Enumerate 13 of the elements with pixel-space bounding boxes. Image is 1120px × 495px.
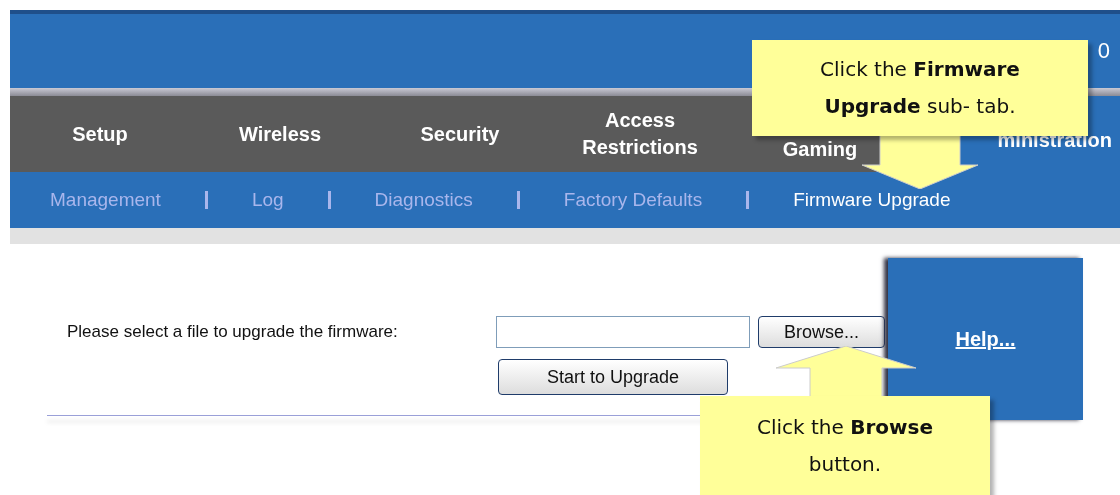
callout-tooltip: Click the Browse button. bbox=[700, 396, 990, 495]
nav-tab[interactable]: Setup bbox=[10, 96, 190, 172]
nav-tab[interactable]: Wireless bbox=[190, 96, 370, 172]
file-input-field[interactable] bbox=[496, 316, 750, 348]
browse-button[interactable]: Browse... bbox=[758, 316, 885, 348]
upgrade-button[interactable]: Start to Upgrade bbox=[498, 359, 728, 395]
nav-tab[interactable]: Access Restrictions bbox=[550, 96, 730, 172]
field-label: Please select a file to upgrade the firmware: bbox=[66, 322, 399, 342]
sub-tab[interactable]: Firmware Upgrade bbox=[793, 189, 951, 211]
callout-tooltip: Click the Firmware Upgrade sub- tab. bbox=[752, 40, 1088, 136]
help-link[interactable]: Help... bbox=[955, 327, 1016, 351]
nav-tab[interactable]: Security bbox=[370, 96, 550, 172]
header-text: 0 bbox=[1097, 38, 1110, 64]
